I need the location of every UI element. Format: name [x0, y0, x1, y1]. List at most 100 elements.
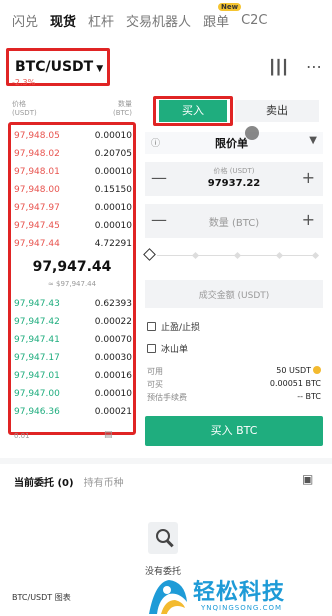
tab-c2c[interactable]: C2C — [241, 13, 267, 28]
bid-price: 97,947.41 — [14, 335, 60, 345]
bid-row[interactable]: 97,947.42 0.00022 — [14, 313, 132, 331]
bid-price: 97,947.42 — [14, 317, 60, 327]
ask-row[interactable]: 97,948.01 0.00010 — [14, 163, 132, 181]
bid-price: 97,947.01 — [14, 371, 60, 381]
tab-margin[interactable]: 杠杆 — [88, 11, 114, 30]
ask-price: 97,948.01 — [14, 167, 60, 177]
tab-spot[interactable]: 现货 — [50, 11, 76, 30]
ask-price: 97,947.44 — [14, 239, 60, 249]
bid-price: 97,947.17 — [14, 353, 60, 363]
price-header-label: 价格 — [12, 100, 26, 108]
candlestick-chart-icon[interactable]: ┃┃┃ — [268, 60, 289, 76]
orderbook-amount-header: 数量 (BTC) — [113, 100, 132, 118]
iceberg-label: 冰山单 — [161, 345, 189, 355]
bid-amount: 0.00010 — [94, 389, 132, 399]
ask-row[interactable]: 97,948.05 0.00010 — [14, 127, 132, 145]
bid-row[interactable]: 97,947.00 0.00010 — [14, 385, 132, 403]
new-badge: New — [218, 2, 242, 11]
plus-icon[interactable]: + — [302, 168, 315, 187]
price-input-value: 97937.22 — [207, 178, 261, 189]
pair-symbol: BTC/USDT — [15, 59, 94, 75]
info-icon[interactable]: ⓘ — [151, 136, 160, 149]
tab-copy-trading[interactable]: 跟单 New — [203, 2, 242, 30]
stop-checkbox[interactable] — [147, 322, 156, 331]
bid-row[interactable]: 97,947.41 0.00070 — [14, 331, 132, 349]
watermark: 轻松科技 YNQINGSONG.COM — [145, 574, 332, 616]
stop-checkbox-row[interactable]: 止盈/止损 — [147, 320, 200, 333]
fee-value: -- BTC — [297, 392, 321, 401]
coin-icon[interactable] — [313, 366, 321, 374]
ask-row[interactable]: 97,947.44 4.72291 — [14, 235, 132, 253]
slider-tick[interactable] — [311, 251, 320, 260]
sell-tab[interactable]: 卖出 — [235, 100, 319, 122]
iceberg-checkbox[interactable] — [147, 344, 156, 353]
price-input[interactable]: — 价格 (USDT) 97937.22 + — [145, 162, 323, 196]
ask-amount: 0.20705 — [94, 149, 132, 159]
more-icon[interactable]: ⋯ — [306, 57, 322, 76]
tab-holdings[interactable]: 持有币种 — [84, 474, 124, 489]
amount-header-unit: (BTC) — [112, 109, 132, 117]
buy-tab[interactable]: 买入 — [159, 100, 227, 122]
bottom-tabs: 当前委托 (0) 持有币种 — [14, 474, 124, 489]
ask-amount: 4.72291 — [94, 239, 132, 249]
slider-tick[interactable] — [191, 251, 200, 260]
ask-row[interactable]: 97,947.45 0.00010 — [14, 217, 132, 235]
bid-amount: 0.00022 — [94, 317, 132, 327]
can-buy-label: 可买 — [147, 380, 163, 389]
mid-price: 97,947.44 — [32, 259, 112, 275]
can-buy-row: 可买 0.00051 BTC — [147, 379, 321, 390]
iceberg-checkbox-row[interactable]: 冰山单 — [147, 342, 188, 355]
buy-button[interactable]: 买入 BTC — [145, 416, 323, 446]
order-history-icon[interactable]: ▣ — [302, 472, 313, 486]
amount-header-label: 数量 — [118, 100, 132, 108]
ask-price: 97,948.00 — [14, 185, 60, 195]
watermark-text: 轻松科技 — [193, 580, 286, 605]
depth-layout-icon[interactable]: ▤ — [104, 430, 113, 440]
ask-amount: 0.00010 — [94, 203, 132, 213]
bid-row[interactable]: 97,947.17 0.00030 — [14, 349, 132, 367]
order-type-select[interactable]: ⓘ 限价单 ▼ — [145, 126, 323, 154]
slider-tick[interactable] — [233, 251, 242, 260]
bid-row[interactable]: 97,947.43 0.62393 — [14, 295, 132, 313]
divider — [0, 458, 332, 464]
bid-row[interactable]: 97,947.01 0.00016 — [14, 367, 132, 385]
orderbook-header: 价格 (USDT) 数量 (BTC) — [12, 100, 132, 118]
ask-row[interactable]: 97,947.97 0.00010 — [14, 199, 132, 217]
ask-price: 97,947.45 — [14, 221, 60, 231]
plus-icon[interactable]: + — [302, 210, 315, 229]
tab-swap[interactable]: 闪兑 — [12, 11, 38, 30]
watermark-logo-icon — [149, 580, 187, 614]
pair-change: -2.3% — [12, 78, 36, 87]
ask-amount: 0.15150 — [94, 185, 132, 195]
top-nav: 闪兑 现货 杠杆 交易机器人 跟单 New C2C — [0, 0, 332, 40]
mid-price-usd: ≈ $97,947.44 — [47, 280, 97, 288]
caret-down-icon: ▼ — [309, 135, 317, 146]
tab-copy-trading-label: 跟单 — [203, 14, 230, 30]
watermark-url: YNQINGSONG.COM — [201, 604, 283, 612]
bid-price: 97,947.00 — [14, 389, 60, 399]
caret-down-icon: ▼ — [96, 64, 104, 74]
tab-trading-bot[interactable]: 交易机器人 — [126, 11, 191, 30]
chart-link[interactable]: BTC/USDT 图表 — [12, 592, 71, 603]
orderbook-price-header: 价格 (USDT) — [12, 100, 37, 118]
percent-slider[interactable] — [143, 248, 323, 262]
bid-price: 97,946.36 — [14, 407, 60, 417]
touch-indicator — [245, 126, 259, 140]
amount-input[interactable]: 成交金额 (USDT) — [145, 280, 323, 308]
tab-open-orders[interactable]: 当前委托 (0) — [14, 474, 74, 489]
ask-row[interactable]: 97,948.00 0.15150 — [14, 181, 132, 199]
stop-label: 止盈/止损 — [161, 323, 201, 333]
depth-step-select[interactable]: 0.01 — [14, 432, 30, 440]
quantity-input[interactable]: — 数量 (BTC) + — [145, 204, 323, 238]
ask-price: 97,948.02 — [14, 149, 60, 159]
orderbook: 97,948.05 0.00010 97,948.02 0.20705 97,948… — [8, 122, 136, 435]
magnifier-handle — [166, 539, 174, 547]
bid-amount: 0.00021 — [94, 407, 132, 417]
order-type-label: 限价单 — [215, 137, 248, 150]
ask-row[interactable]: 97,948.02 0.20705 — [14, 145, 132, 163]
bid-row[interactable]: 97,946.36 0.00021 — [14, 403, 132, 421]
ask-amount: 0.00010 — [94, 221, 132, 231]
slider-thumb[interactable] — [143, 248, 156, 261]
slider-tick[interactable] — [275, 251, 284, 260]
bid-amount: 0.00070 — [94, 335, 132, 345]
